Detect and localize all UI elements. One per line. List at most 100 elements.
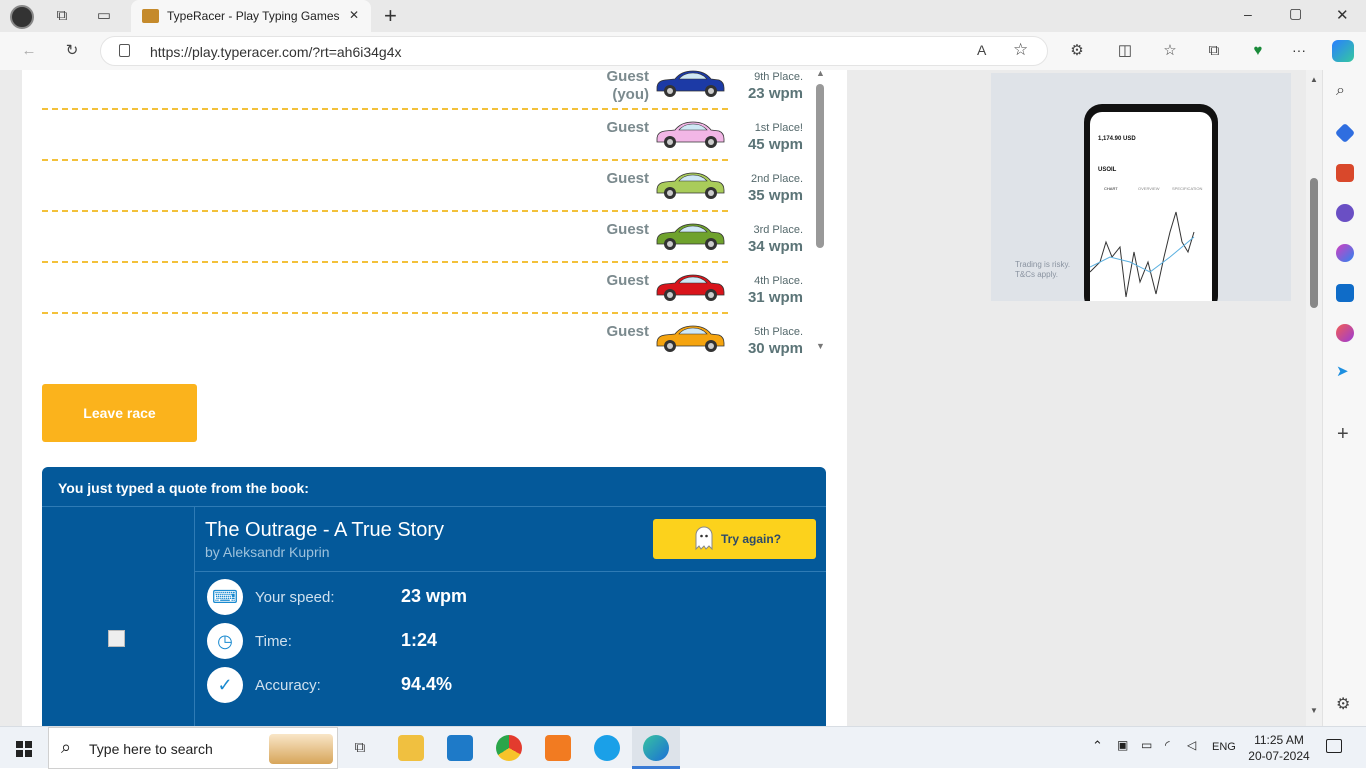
ad-tab-spec: SPECIFICATION xyxy=(1172,186,1203,191)
tab-bar: ⧉ ▭ TypeRacer - Play Typing Games a ✕ + … xyxy=(0,0,1366,32)
leave-race-button[interactable]: Leave race xyxy=(42,384,197,442)
racer-place: 9th Place. xyxy=(754,71,803,83)
designer-icon[interactable] xyxy=(1336,324,1354,342)
tray-battery-icon[interactable]: ▭ xyxy=(1141,738,1152,752)
close-window-button[interactable]: ✕ xyxy=(1336,6,1349,24)
ad-phone-screen: 1,174.90 USD USOIL CHART OVERVIEW SPECIF… xyxy=(1090,112,1212,301)
games-icon[interactable] xyxy=(1336,204,1354,222)
race-scrollbar[interactable]: ▲ ▼ xyxy=(814,70,826,356)
ad-tab-overview: OVERVIEW xyxy=(1138,186,1160,191)
task-view-icon[interactable]: ⧉ xyxy=(349,738,371,758)
skype-icon[interactable] xyxy=(594,735,620,761)
edge-sidebar: ⌕ ➤ + ⚙ xyxy=(1322,70,1366,726)
ad-disclaimer-2: T&Cs apply. xyxy=(1015,270,1058,279)
maximize-button[interactable]: ▢ xyxy=(1289,5,1302,22)
racer-place: 4th Place. xyxy=(754,275,803,287)
ad-price: 1,174.90 USD xyxy=(1098,136,1136,142)
new-tab-button[interactable]: + xyxy=(384,3,397,29)
stat-value: 94.4% xyxy=(401,674,453,694)
try-again-button[interactable]: Try again? xyxy=(653,519,816,559)
collections-icon[interactable]: ⧉ xyxy=(1203,41,1225,61)
search-icon[interactable]: ⌕ xyxy=(1336,82,1345,100)
scroll-down-icon[interactable]: ▼ xyxy=(816,341,825,351)
scroll-up-icon[interactable]: ▲ xyxy=(816,70,825,78)
tray-chevron-icon[interactable]: ⌃ xyxy=(1092,738,1103,754)
tab-typeracer[interactable]: TypeRacer - Play Typing Games a ✕ xyxy=(131,0,371,32)
vscode-icon[interactable] xyxy=(447,735,473,761)
ad-phone: 1,174.90 USD USOIL CHART OVERVIEW SPECIF… xyxy=(1084,104,1218,301)
edge-icon xyxy=(643,735,669,761)
page-viewport: Guest (you) 9th Place. 23 wpm Guest 1st Place… xyxy=(0,70,1322,726)
read-aloud-icon[interactable]: A xyxy=(977,42,986,58)
book-cover-image xyxy=(108,630,125,647)
refresh-icon[interactable]: ↻ xyxy=(61,41,83,61)
more-menu-icon[interactable]: ··· xyxy=(1292,42,1306,58)
ad-tab-chart: CHART xyxy=(1104,186,1118,191)
tab-title: TypeRacer - Play Typing Games a xyxy=(167,9,342,23)
book-author[interactable]: by Aleksandr Kuprin xyxy=(205,544,330,560)
check-icon: ✓ xyxy=(207,667,243,703)
shopping-tag-icon[interactable] xyxy=(1334,122,1356,144)
racer-name: Guest xyxy=(606,170,649,187)
racer-place: 2nd Place. xyxy=(751,173,803,185)
back-icon[interactable]: ← xyxy=(18,41,40,61)
split-screen-icon[interactable]: ◫ xyxy=(1114,41,1136,61)
tray-language[interactable]: ENG xyxy=(1212,741,1236,753)
clock-icon: ◷ xyxy=(207,623,243,659)
race-scroll-thumb[interactable] xyxy=(816,84,824,248)
taskbar-search[interactable]: ⌕ Type here to search xyxy=(48,727,338,769)
keyboard-icon: ⌨ xyxy=(207,579,243,615)
notifications-icon[interactable] xyxy=(1326,739,1342,753)
racer-name: Guest xyxy=(606,221,649,238)
stat-value: 1:24 xyxy=(401,630,438,650)
lane-divider xyxy=(42,312,728,314)
ad-ticker: USOIL xyxy=(1098,167,1117,173)
try-again-label: Try again? xyxy=(721,532,782,546)
file-explorer-icon[interactable] xyxy=(398,735,424,761)
tab-close-icon[interactable]: ✕ xyxy=(349,8,359,22)
favorite-star-icon[interactable]: ☆ xyxy=(1013,40,1028,60)
send-icon[interactable]: ➤ xyxy=(1336,362,1349,380)
copilot-icon[interactable] xyxy=(1332,40,1354,62)
windows-start-icon[interactable] xyxy=(16,741,32,757)
page-scrollbar[interactable]: ▲ ▼ xyxy=(1306,70,1322,726)
racer-you-label: (you) xyxy=(612,86,649,103)
office-icon[interactable] xyxy=(1336,244,1354,262)
racer-wpm: 23 wpm xyxy=(747,85,803,102)
page-scroll-thumb[interactable] xyxy=(1310,178,1318,308)
url-field[interactable]: https://play.typeracer.com/?rt=ah6i34g4x… xyxy=(100,36,1048,66)
page-scroll-down-icon[interactable]: ▼ xyxy=(1310,706,1318,715)
racer-wpm: 30 wpm xyxy=(747,340,803,357)
search-highlight-image xyxy=(269,734,333,764)
tray-meet-icon[interactable]: ▣ xyxy=(1117,738,1128,752)
minimize-button[interactable]: – xyxy=(1244,6,1252,22)
racer-wpm: 35 wpm xyxy=(747,187,803,204)
workspaces-icon[interactable]: ⧉ xyxy=(51,6,73,26)
ad-banner[interactable]: 1,174.90 USD USOIL CHART OVERVIEW SPECIF… xyxy=(991,73,1291,301)
chrome-icon[interactable] xyxy=(496,735,522,761)
tools-icon[interactable] xyxy=(1336,164,1354,182)
tray-time: 11:25 AM xyxy=(1254,733,1304,747)
xampp-icon[interactable] xyxy=(545,735,571,761)
lane-divider xyxy=(42,261,728,263)
browser-essentials-icon[interactable]: ♥ xyxy=(1247,41,1269,61)
stat-label: Accuracy: xyxy=(255,677,321,694)
tray-date: 20-07-2024 xyxy=(1248,749,1310,763)
sidebar-add-icon[interactable]: + xyxy=(1337,423,1349,446)
taskbar: ⌕ Type here to search ⧉ ⌃ ▣ ▭ ◜ ◁ ENG 11… xyxy=(0,726,1366,769)
tab-actions-icon[interactable]: ▭ xyxy=(93,6,115,26)
lane-divider xyxy=(42,159,728,161)
profile-avatar[interactable] xyxy=(10,5,34,29)
page-scroll-up-icon[interactable]: ▲ xyxy=(1310,75,1318,84)
racer-car-icon xyxy=(656,223,725,250)
tray-clock[interactable]: 11:25 AM 20-07-2024 xyxy=(1240,732,1318,764)
favorites-icon[interactable]: ☆ xyxy=(1159,41,1181,61)
sidebar-settings-icon[interactable]: ⚙ xyxy=(1336,694,1350,714)
extensions-icon[interactable]: ⚙ xyxy=(1066,41,1088,61)
outlook-icon[interactable] xyxy=(1336,284,1354,302)
tray-volume-icon[interactable]: ◁ xyxy=(1187,738,1196,752)
book-title[interactable]: The Outrage - A True Story xyxy=(205,519,444,542)
tray-wifi-icon[interactable]: ◜ xyxy=(1165,738,1170,752)
edge-app-active[interactable] xyxy=(632,727,680,769)
racer-car-icon xyxy=(656,121,725,148)
